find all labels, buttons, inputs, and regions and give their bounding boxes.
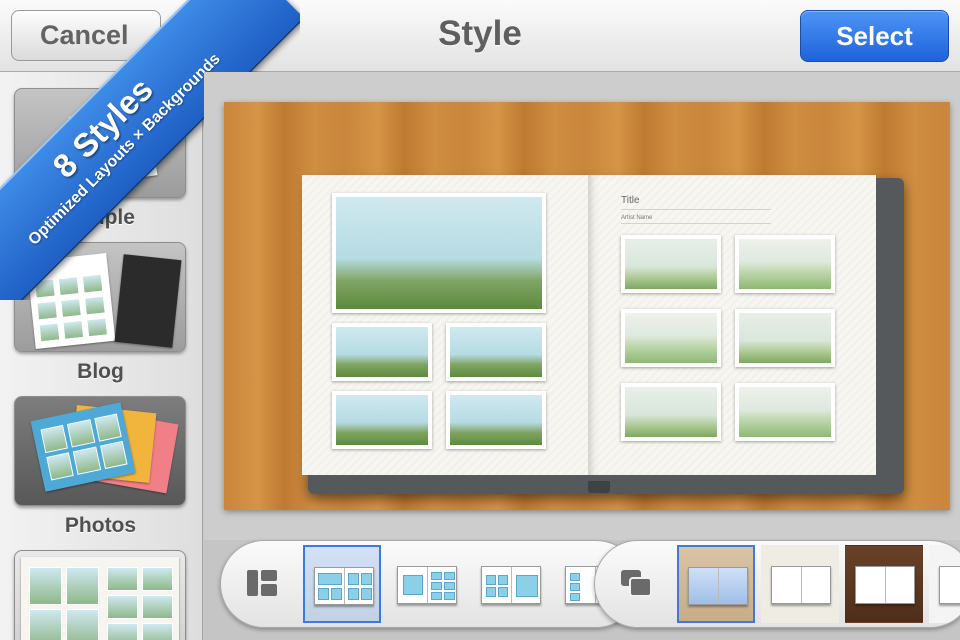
style-item-photos[interactable]: Photos [14, 396, 187, 538]
background-option-4[interactable] [929, 545, 960, 623]
photo [332, 391, 432, 449]
photo [446, 391, 546, 449]
book-clip [588, 481, 610, 493]
book-page-right: Title Artist Name [589, 175, 876, 475]
style-label: Simple [66, 206, 135, 229]
layout-option-3[interactable] [471, 545, 549, 623]
style-thumbnail-blog [14, 242, 186, 352]
artist-name: Artist Name [621, 215, 653, 221]
photo [621, 309, 721, 367]
layout-option-2[interactable] [387, 545, 465, 623]
photo [735, 309, 835, 367]
style-label: Blog [77, 360, 124, 383]
style-thumbnail-photos [14, 396, 186, 506]
photo [332, 193, 546, 313]
layout-option-1[interactable] [303, 545, 381, 623]
divider [621, 223, 771, 224]
style-thumbnail-simple [14, 88, 186, 198]
photo [621, 235, 721, 293]
background-option-3[interactable] [845, 545, 923, 623]
background-option-1[interactable] [677, 545, 755, 623]
style-item-fourth[interactable] [14, 550, 187, 640]
photo [446, 323, 546, 381]
style-item-blog[interactable]: Blog [14, 242, 187, 384]
preview-area: Title Artist Name [204, 72, 960, 540]
bottom-toolbar [204, 540, 960, 640]
photo [621, 383, 721, 441]
style-thumbnail-fourth [14, 550, 186, 640]
photo [735, 235, 835, 293]
divider [621, 209, 771, 210]
background-icon[interactable] [621, 570, 651, 596]
photo [735, 383, 835, 441]
style-item-simple[interactable]: Simple [14, 88, 187, 230]
style-sidebar: Simple Blog Photos [0, 72, 203, 640]
photo [332, 323, 432, 381]
navigation-bar: Cancel Style Select [0, 0, 960, 72]
select-button[interactable]: Select [800, 10, 949, 62]
background-picker [594, 540, 960, 628]
background-option-2[interactable] [761, 545, 839, 623]
album-title: Title [621, 195, 640, 206]
layout-picker [220, 540, 640, 628]
layout-icon[interactable] [247, 570, 277, 596]
style-label: Photos [64, 514, 137, 537]
wood-background: Title Artist Name [224, 102, 950, 510]
book-page-left [302, 175, 589, 475]
